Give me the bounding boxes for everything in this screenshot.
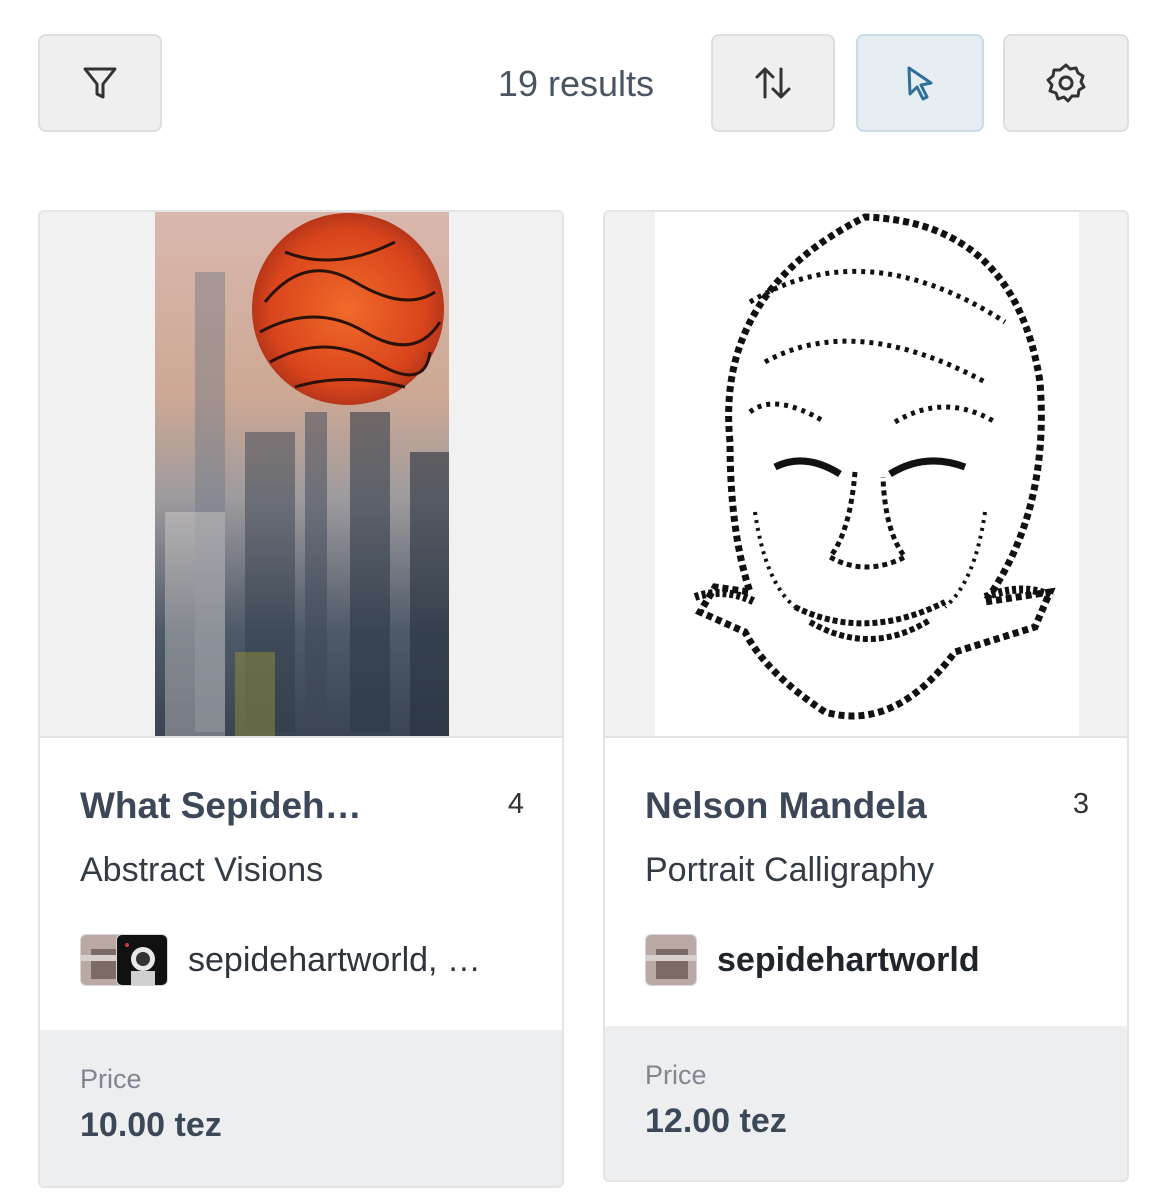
cursor-icon: [907, 66, 933, 101]
artwork-title[interactable]: Nelson Mandela: [645, 784, 927, 828]
artwork-thumbnail[interactable]: [40, 212, 562, 738]
price-label: Price: [80, 1064, 142, 1094]
abstract-artwork-image: [155, 212, 449, 736]
filter-icon: [83, 67, 117, 99]
price-label: Price: [645, 1060, 707, 1090]
price-value: 12.00 tez: [645, 1102, 787, 1140]
collection-name[interactable]: Portrait Calligraphy: [645, 848, 934, 892]
creator-avatar: [645, 934, 697, 986]
artwork-info: Nelson Mandela 3 Portrait Calligraphy se…: [605, 738, 1127, 1028]
creators[interactable]: sepidehartworld: [645, 934, 980, 986]
results-count: 19 results: [497, 63, 654, 104]
toolbar: 19 results: [0, 0, 1168, 140]
edition-count: 4: [507, 788, 524, 820]
creators[interactable]: sepidehartworld, …: [80, 934, 481, 986]
artwork-title[interactable]: What Sepideh…: [80, 784, 362, 828]
artwork-info: What Sepideh… 4 Abstract Visions sepideh…: [40, 738, 562, 1032]
creator-names[interactable]: sepidehartworld, …: [188, 941, 481, 980]
collection-name[interactable]: Abstract Visions: [80, 848, 323, 892]
portrait-calligraphy-image: [655, 212, 1079, 736]
select-mode-button[interactable]: [856, 34, 984, 132]
gear-icon: [1046, 63, 1086, 103]
price-section: Price 12.00 tez: [605, 1026, 1127, 1180]
price-section: Price 10.00 tez: [40, 1030, 562, 1186]
creator-name[interactable]: sepidehartworld: [717, 941, 980, 980]
price-value: 10.00 tez: [80, 1106, 222, 1144]
filter-button[interactable]: [38, 34, 162, 132]
artwork-card[interactable]: What Sepideh… 4 Abstract Visions sepideh…: [38, 210, 564, 1188]
artwork-card[interactable]: Nelson Mandela 3 Portrait Calligraphy se…: [603, 210, 1129, 1182]
sort-button[interactable]: [711, 34, 835, 132]
creator-avatar-astronaut: [116, 934, 168, 986]
sort-icon: [755, 67, 791, 99]
settings-button[interactable]: [1003, 34, 1129, 132]
artwork-thumbnail[interactable]: [605, 212, 1127, 738]
edition-count: 3: [1072, 788, 1089, 820]
